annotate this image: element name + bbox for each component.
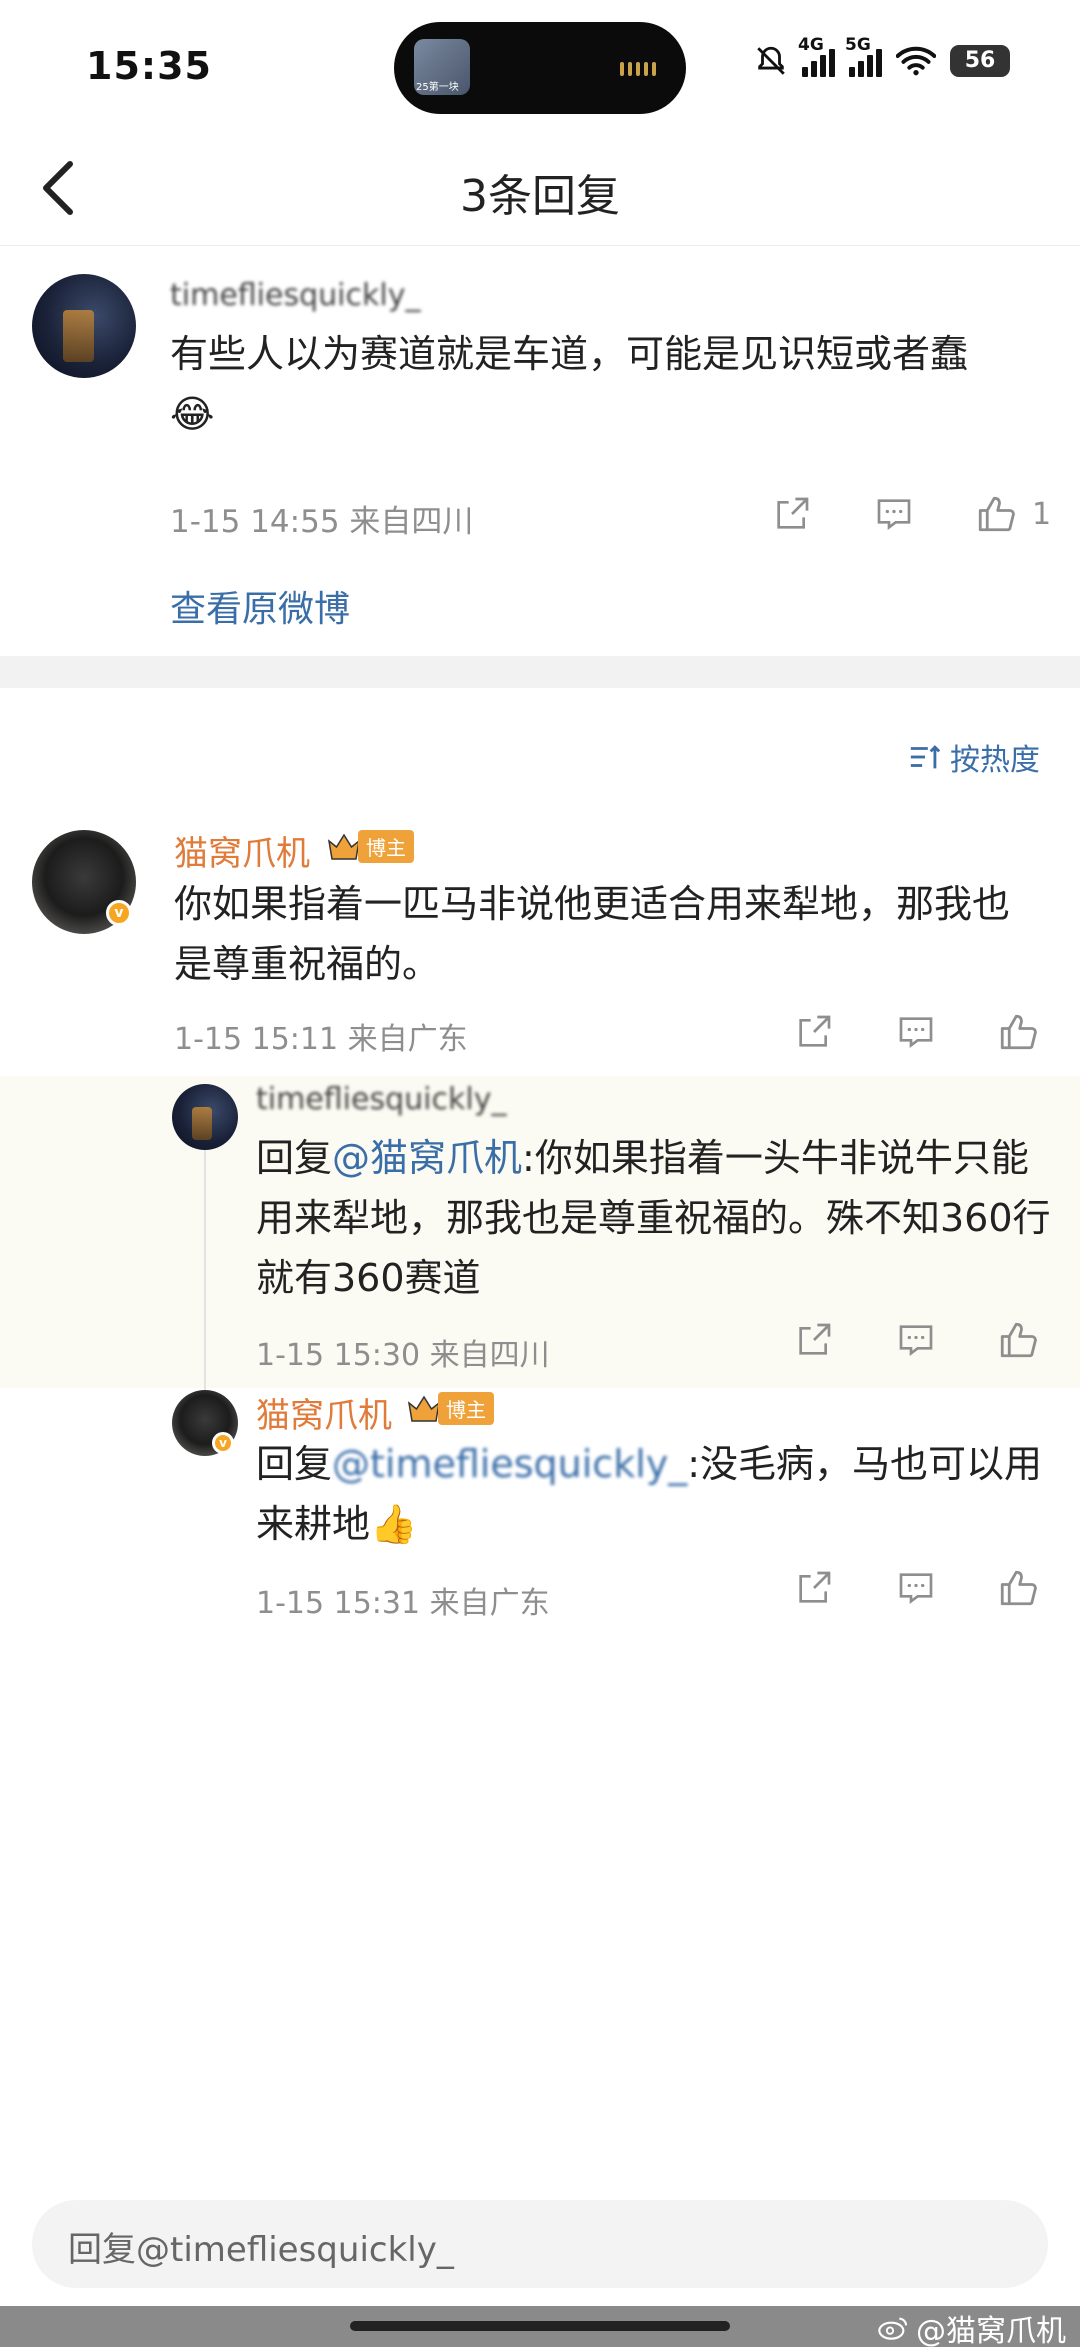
blogger-badge: 博主 xyxy=(326,830,414,863)
comment-text: 回复@猫窝爪机:你如果指着一头牛非说牛只能用来犁地，那我也是尊重祝福的。殊不知3… xyxy=(256,1128,1056,1308)
username[interactable]: 猫窝爪机 xyxy=(256,1388,392,1437)
media-thumbnail: 25第一块 xyxy=(414,39,470,95)
wifi-icon xyxy=(896,46,936,76)
username[interactable]: timefliesquickly_ xyxy=(170,278,420,313)
battery-icon: 56 xyxy=(950,45,1010,77)
laugh-emoji-icon: 😂 xyxy=(170,392,215,436)
signal-4g-icon: 4G xyxy=(798,35,835,77)
home-indicator[interactable] xyxy=(350,2321,730,2331)
username[interactable]: 猫窝爪机 xyxy=(174,826,310,875)
comment-meta: 1-15 15:31 来自广东 xyxy=(256,1586,550,1621)
status-icons: 4G 5G 56 xyxy=(754,35,1010,78)
comment-button[interactable] xyxy=(892,1008,940,1056)
like-button[interactable] xyxy=(972,490,1020,538)
comment-button[interactable] xyxy=(892,1316,940,1364)
thumbs-up-icon xyxy=(1000,1014,1037,1050)
reply-input-placeholder: 回复@timefliesquickly_ xyxy=(68,2230,454,2270)
verified-badge-icon: v xyxy=(212,1432,234,1454)
original-comment: timefliesquickly_ 有些人以为赛道就是车道，可能是见识短或者蠢 … xyxy=(0,246,1080,656)
share-button[interactable] xyxy=(790,1564,838,1612)
like-button[interactable] xyxy=(994,1316,1042,1364)
comment-meta: 1-15 15:11 来自广东 xyxy=(174,1022,468,1057)
blogger-badge-label: 博主 xyxy=(358,830,414,863)
section-divider xyxy=(0,656,1080,688)
comment-actions xyxy=(790,1316,1042,1364)
mention-link[interactable]: @猫窝爪机 xyxy=(332,1136,522,1180)
blogger-badge-label: 博主 xyxy=(438,1392,494,1425)
comment-button[interactable] xyxy=(870,490,918,538)
blogger-badge: 博主 xyxy=(406,1392,494,1425)
comment-meta: 1-15 15:30 来自四川 xyxy=(256,1338,550,1373)
comment-text: 回复@timefliesquickly_:没毛病，马也可以用来耕地👍 xyxy=(256,1434,1056,1554)
share-icon xyxy=(799,1015,831,1047)
thumbs-up-icon xyxy=(978,496,1015,532)
share-icon xyxy=(777,497,809,529)
mention-link[interactable]: @timefliesquickly_ xyxy=(332,1442,687,1486)
status-bar: 15:35 25第一块 4G 5G 56 xyxy=(0,0,1080,130)
sort-icon xyxy=(910,745,941,769)
sort-button[interactable]: 按热度 xyxy=(908,735,1040,779)
thread-line xyxy=(204,1140,206,1390)
comment-actions: 1 xyxy=(768,490,1051,538)
comment-icon xyxy=(899,1325,933,1356)
watermark: @猫窝爪机 xyxy=(878,2306,1066,2347)
reply-input[interactable]: 回复@timefliesquickly_ xyxy=(32,2200,1048,2288)
username[interactable]: timefliesquickly_ xyxy=(256,1082,506,1117)
crown-icon xyxy=(407,1395,441,1422)
comment-body: 有些人以为赛道就是车道，可能是见识短或者蠢 xyxy=(170,332,969,376)
share-icon xyxy=(799,1571,831,1603)
comment-actions xyxy=(790,1564,1042,1612)
comment-text: 有些人以为赛道就是车道，可能是见识短或者蠢 😂 xyxy=(170,324,1050,444)
thumbs-up-icon xyxy=(1000,1322,1037,1358)
thumbs-up-emoji-icon: 👍 xyxy=(370,1502,418,1546)
view-original-link[interactable]: 查看原微博 xyxy=(170,580,350,632)
clock: 15:35 xyxy=(86,44,212,88)
like-count: 1 xyxy=(1032,496,1052,532)
like-button[interactable] xyxy=(994,1008,1042,1056)
share-button[interactable] xyxy=(790,1316,838,1364)
bottom-bar: @猫窝爪机 xyxy=(0,2306,1080,2347)
audio-bars-icon xyxy=(620,62,656,76)
watermark-text: @猫窝爪机 xyxy=(916,2314,1066,2347)
signal-5g-icon: 5G xyxy=(845,35,882,77)
verified-badge-icon: v xyxy=(106,900,132,926)
comment-icon xyxy=(877,499,911,530)
comment-button[interactable] xyxy=(892,1564,940,1612)
thumbs-up-icon xyxy=(1000,1570,1037,1606)
page-title: 3条回复 xyxy=(460,171,620,222)
header: 3条回复 xyxy=(0,130,1080,246)
media-label: 25第一块 xyxy=(416,82,459,93)
weibo-logo-icon xyxy=(878,2317,908,2340)
reply-prefix: 回复 xyxy=(256,1136,333,1180)
avatar[interactable] xyxy=(172,1084,238,1150)
mute-bell-icon xyxy=(757,46,785,75)
comment-icon xyxy=(899,1573,933,1604)
comment-meta: 1-15 14:55 来自四川 xyxy=(170,504,474,540)
share-button[interactable] xyxy=(790,1008,838,1056)
like-button[interactable] xyxy=(994,1564,1042,1612)
crown-icon xyxy=(327,833,361,860)
share-icon xyxy=(799,1323,831,1355)
sort-label: 按热度 xyxy=(950,743,1040,778)
dynamic-island[interactable]: 25第一块 xyxy=(394,22,686,114)
reply-prefix: 回复 xyxy=(256,1442,333,1486)
comment-text: 你如果指着一匹马非说他更适合用来犁地，那我也是尊重祝福的。 xyxy=(174,882,1011,986)
comment-actions xyxy=(790,1008,1042,1056)
comment-icon xyxy=(899,1017,933,1048)
avatar[interactable] xyxy=(32,274,136,378)
share-button[interactable] xyxy=(768,490,816,538)
